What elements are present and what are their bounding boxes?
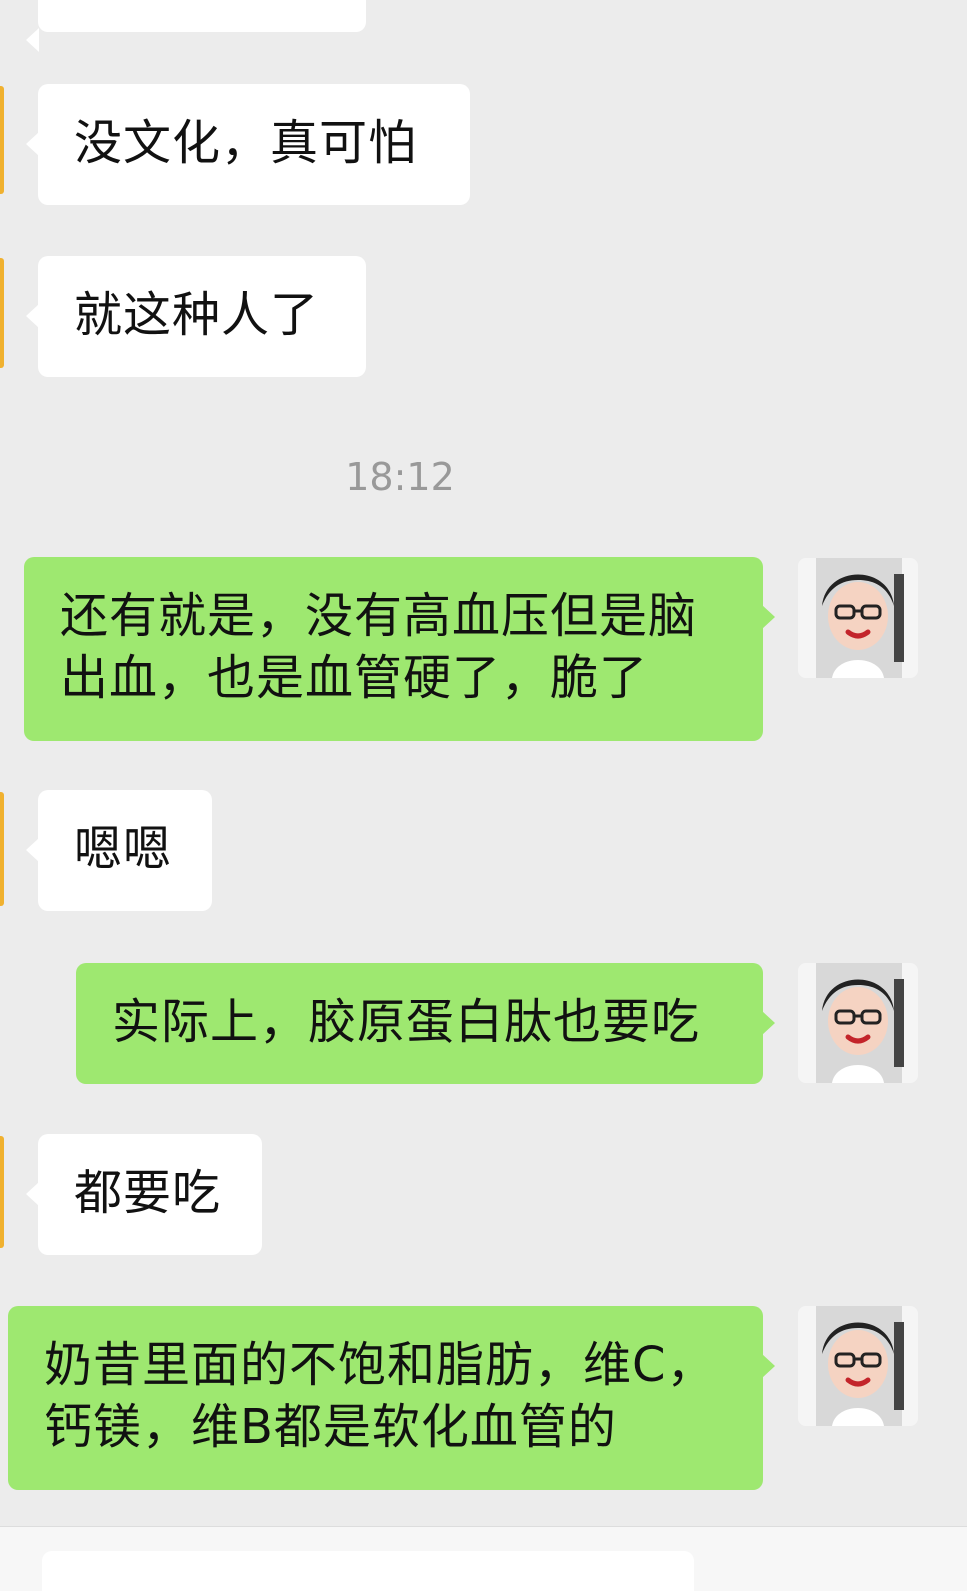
user-avatar-icon[interactable] (798, 558, 918, 678)
user-avatar-icon[interactable] (798, 963, 918, 1083)
message-text: 都要吃 (74, 1165, 222, 1221)
message-text: 实际上，胶原蛋白肽也要吃 (112, 994, 701, 1050)
message-text-line: 还有就是，没有高血压但是脑 (60, 588, 698, 644)
message-text-line: 奶昔里面的不饱和脂肪，维C， (44, 1337, 716, 1393)
sender-avatar-edge (0, 86, 4, 194)
incoming-message-bubble[interactable]: 就这种人了 (26, 256, 366, 377)
message-text: 嗯嗯 (74, 821, 173, 877)
incoming-message-bubble[interactable]: 都要吃 (26, 1134, 262, 1255)
incoming-message-bubble[interactable]: 嗯嗯 (26, 790, 212, 911)
outgoing-message-bubble[interactable]: 奶昔里面的不饱和脂肪，维C， 钙镁，维B都是软化血管的 (8, 1306, 775, 1490)
message-text-line: 出血，也是血管硬了，脆了 (60, 650, 649, 706)
user-avatar-image (798, 1306, 918, 1426)
incoming-message-bubble[interactable] (26, 0, 366, 52)
message-text: 没文化，真可怕 (74, 115, 418, 171)
sender-avatar-edge (0, 1136, 4, 1248)
message-composer (0, 1526, 967, 1591)
timestamp: 18:12 (345, 455, 455, 499)
message-input[interactable] (42, 1551, 694, 1591)
sender-avatar-edge (0, 258, 4, 368)
incoming-message-bubble[interactable]: 没文化，真可怕 (26, 84, 470, 205)
message-text-line: 钙镁，维B都是软化血管的 (44, 1399, 617, 1455)
user-avatar-icon[interactable] (798, 1306, 918, 1426)
user-avatar-image (798, 558, 918, 678)
sender-avatar-edge (0, 792, 4, 906)
message-text: 就这种人了 (74, 287, 320, 343)
user-avatar-image (798, 963, 918, 1083)
chat-message-list[interactable]: 没文化，真可怕 就这种人了 18:12 还有就是，没有高血压但是脑 出血，也是血… (0, 0, 967, 1591)
outgoing-message-bubble[interactable]: 还有就是，没有高血压但是脑 出血，也是血管硬了，脆了 (24, 557, 775, 741)
outgoing-message-bubble[interactable]: 实际上，胶原蛋白肽也要吃 (76, 963, 775, 1084)
